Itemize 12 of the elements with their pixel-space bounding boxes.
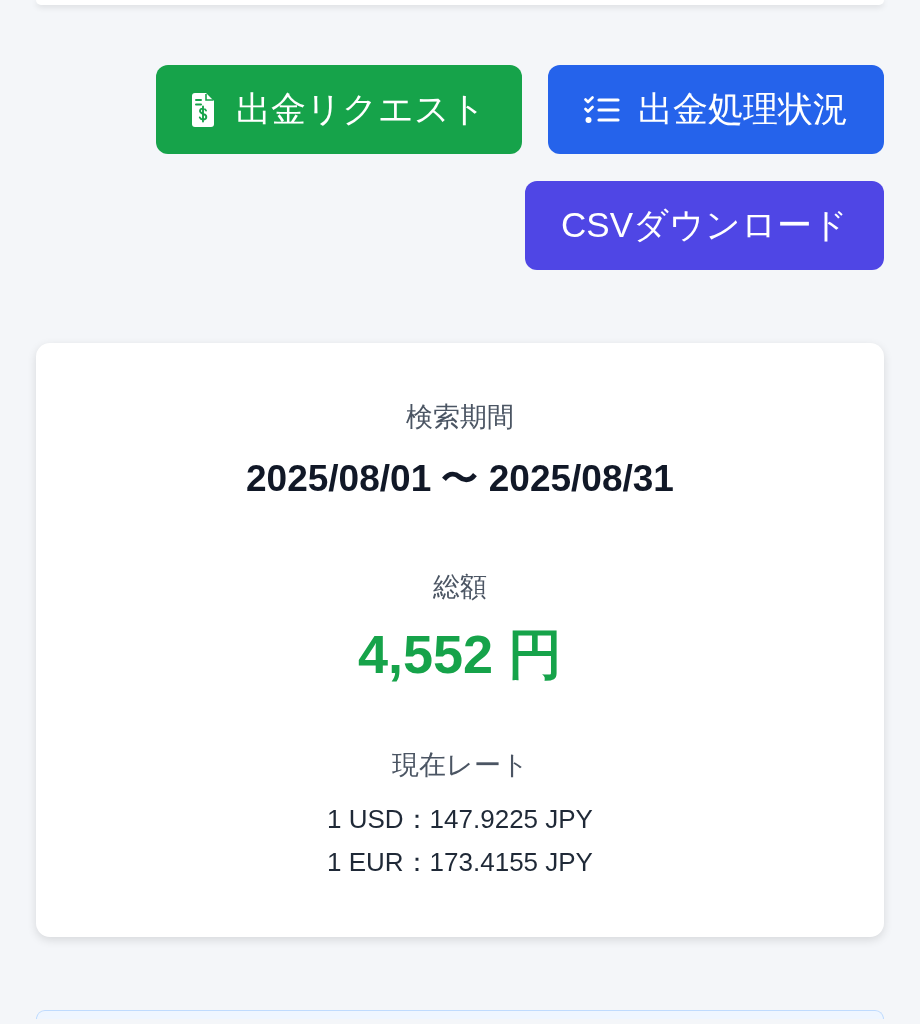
rate-label: 現在レート [391, 749, 529, 782]
total-amount: 4,552 円 [357, 623, 563, 685]
checklist-icon [584, 95, 620, 124]
exchange-rate: 1 EUR：173.4155 JPY [327, 846, 593, 879]
period-range: 2025/08/01 〜 2025/08/31 [246, 457, 674, 501]
withdrawal-request-button[interactable]: 出金リクエスト [156, 65, 522, 154]
exchange-rate: 1 USD：147.9225 JPY [327, 803, 593, 836]
file-dollar-icon [192, 92, 214, 127]
csv-download-button[interactable]: CSVダウンロード [525, 181, 884, 270]
period-label: 検索期間 [406, 401, 514, 434]
withdrawal-status-button[interactable]: 出金処理状況 [548, 65, 884, 154]
total-label: 総額 [433, 571, 487, 604]
